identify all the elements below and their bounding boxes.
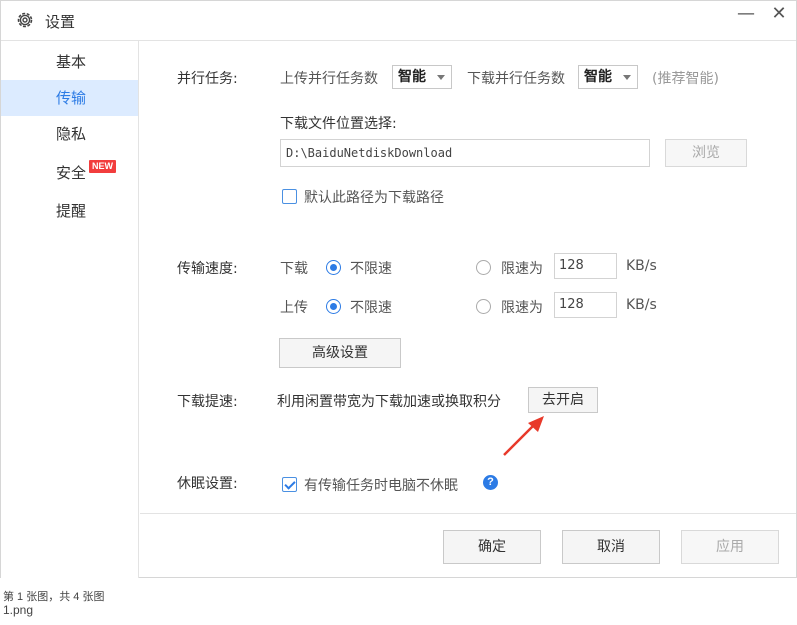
download-limit-label: 限速为	[501, 261, 543, 277]
download-boost-desc: 利用闲置带宽为下载加速或换取积分	[277, 394, 501, 410]
download-boost-label: 下载提速:	[177, 394, 238, 410]
download-unlimited-radio[interactable]	[326, 260, 341, 275]
no-sleep-checkbox[interactable]	[282, 477, 297, 492]
sidebar-item-label: 安全	[56, 164, 87, 182]
cancel-button[interactable]: 取消	[562, 530, 660, 564]
transfer-speed-label: 传输速度:	[177, 261, 238, 277]
chevron-down-icon	[437, 75, 445, 80]
sleep-settings-label: 休眠设置:	[177, 476, 238, 492]
image-counter: 第 1 张图，共 4 张图	[3, 591, 105, 603]
advanced-settings-button[interactable]: 高级设置	[279, 338, 401, 368]
download-location-label: 下载文件位置选择:	[280, 116, 397, 132]
parallel-tasks-label: 并行任务:	[177, 71, 238, 87]
default-path-label: 默认此路径为下载路径	[304, 190, 444, 206]
recommend-hint: (推荐智能)	[652, 71, 719, 87]
download-parallel-select[interactable]: 智能	[578, 65, 638, 89]
annotation-arrow-icon	[503, 416, 544, 456]
footer-divider	[140, 513, 796, 514]
select-value: 智能	[398, 69, 426, 85]
download-parallel-label: 下载并行任务数	[467, 71, 565, 87]
window-title: 设置	[45, 13, 76, 31]
upload-unlimited-label: 不限速	[350, 300, 392, 316]
close-button[interactable]: ✕	[765, 3, 793, 31]
gear-icon	[17, 12, 33, 28]
download-speed-unit: KB/s	[626, 258, 657, 274]
upload-limit-label: 限速为	[501, 300, 543, 316]
download-path-input[interactable]: D:\BaiduNetdiskDownload	[280, 139, 650, 167]
new-badge: NEW	[89, 160, 116, 173]
upload-unlimited-radio[interactable]	[326, 299, 341, 314]
browse-button[interactable]: 浏览	[665, 139, 747, 167]
sidebar-item-privacy[interactable]: 隐私	[1, 116, 138, 152]
sidebar-item-transfer[interactable]: 传输	[1, 80, 138, 116]
transfer-settings-panel: 并行任务: 上传并行任务数 智能 下载并行任务数 智能 (推荐智能) 下载文件位…	[140, 41, 796, 578]
chevron-down-icon	[623, 75, 631, 80]
upload-limit-radio[interactable]	[476, 299, 491, 314]
settings-window: 设置 — ✕ 基本 传输 隐私 安全 NEW 提醒 并行任务: 上传并行任务数 …	[0, 0, 797, 578]
apply-button[interactable]: 应用	[681, 530, 779, 564]
upload-speed-unit: KB/s	[626, 297, 657, 313]
upload-parallel-select[interactable]: 智能	[392, 65, 452, 89]
title-bar: 设置 — ✕	[1, 1, 796, 41]
sidebar-item-label: 传输	[56, 89, 87, 107]
sidebar-item-label: 基本	[56, 53, 87, 71]
upload-speed-input[interactable]: 128	[554, 292, 617, 318]
sidebar-item-reminder[interactable]: 提醒	[1, 193, 138, 229]
download-unlimited-label: 不限速	[350, 261, 392, 277]
image-filename: 1.png	[3, 603, 34, 617]
help-icon[interactable]: ?	[483, 475, 498, 490]
sidebar-item-security[interactable]: 安全 NEW	[1, 155, 138, 191]
download-speed-input[interactable]: 128	[554, 253, 617, 279]
upload-parallel-label: 上传并行任务数	[280, 71, 378, 87]
settings-sidebar: 基本 传输 隐私 安全 NEW 提醒	[1, 41, 139, 578]
download-limit-radio[interactable]	[476, 260, 491, 275]
download-speed-label: 下载	[280, 261, 308, 277]
minimize-button[interactable]: —	[732, 3, 760, 31]
no-sleep-label: 有传输任务时电脑不休眠	[304, 478, 458, 494]
ok-button[interactable]: 确定	[443, 530, 541, 564]
select-value: 智能	[584, 69, 612, 85]
default-path-checkbox[interactable]	[282, 189, 297, 204]
sidebar-item-label: 隐私	[56, 125, 87, 143]
sidebar-item-label: 提醒	[56, 202, 87, 220]
enable-boost-button[interactable]: 去开启	[528, 387, 598, 413]
sidebar-item-basic[interactable]: 基本	[1, 44, 138, 80]
upload-speed-label: 上传	[280, 300, 308, 316]
